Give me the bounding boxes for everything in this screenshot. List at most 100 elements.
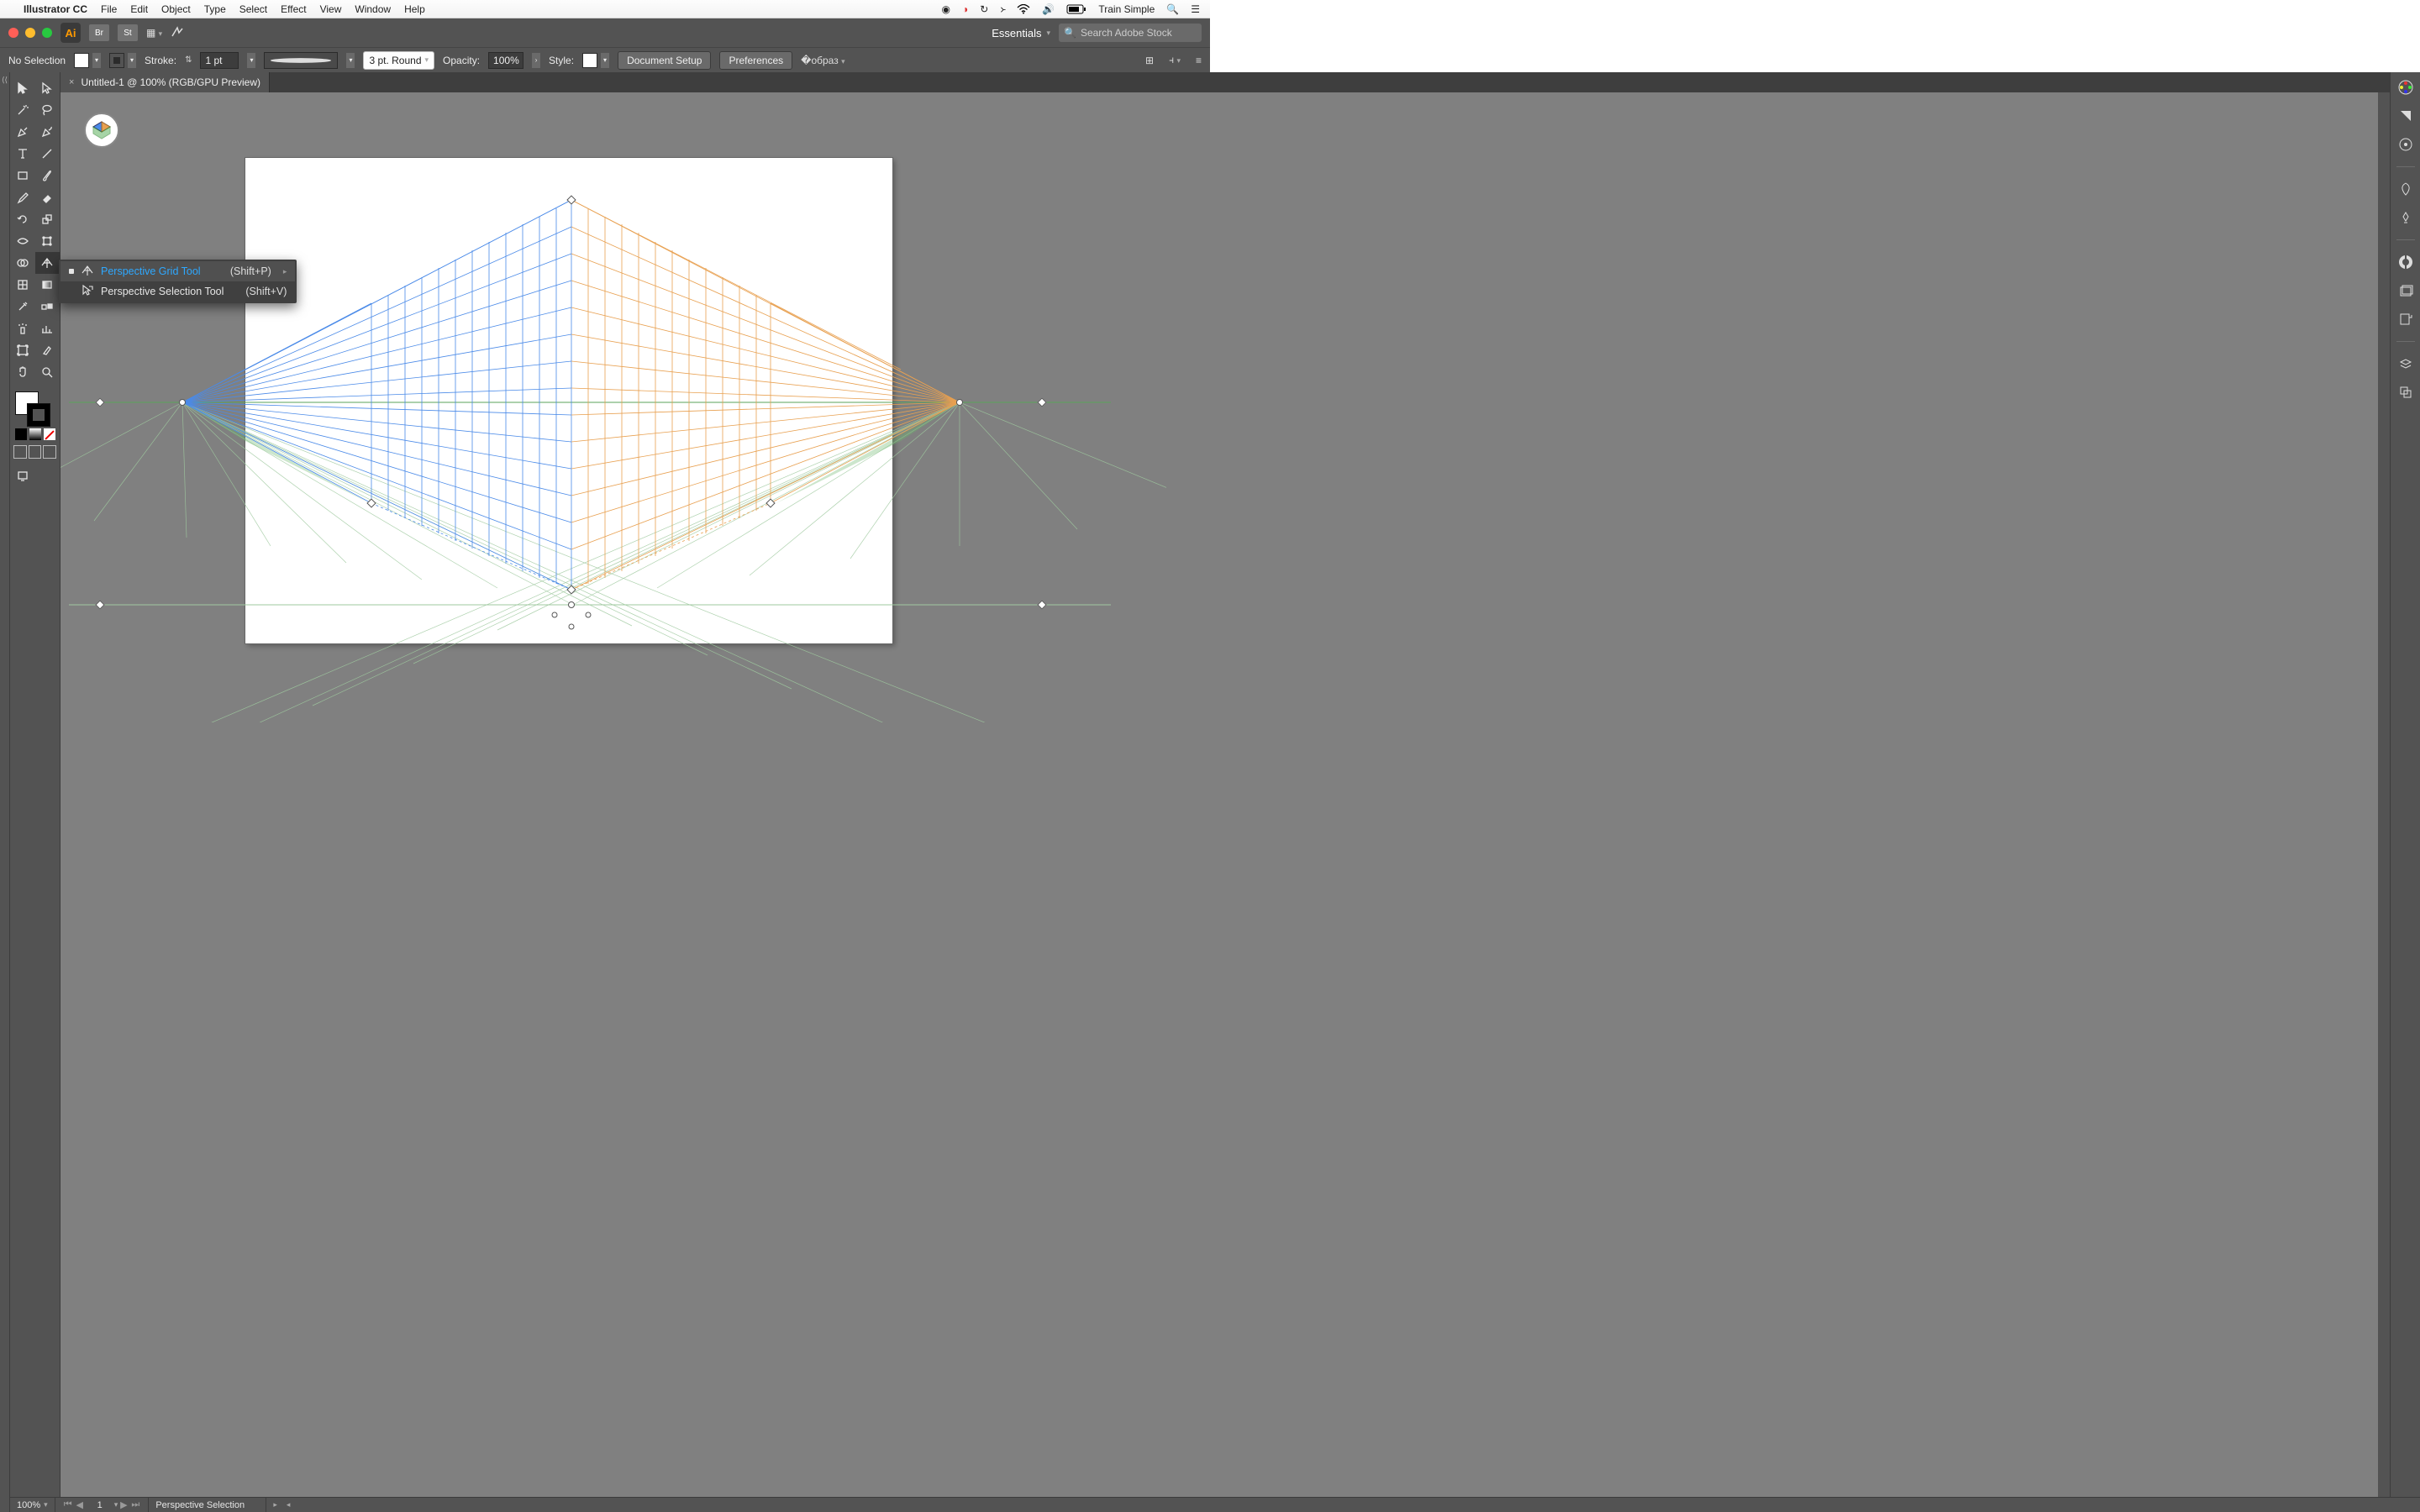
graphic-style-swatch[interactable]: ▾ bbox=[582, 53, 609, 68]
spotlight-icon[interactable]: 🔍 bbox=[1166, 3, 1179, 15]
timemachine-icon[interactable]: ↻ bbox=[980, 3, 988, 15]
perspective-grid-tool[interactable] bbox=[35, 252, 60, 274]
viewport[interactable] bbox=[60, 92, 2378, 1497]
artboard-number[interactable]: 1 bbox=[86, 1500, 114, 1510]
arrange-documents-icon[interactable]: ▦ ▾ bbox=[146, 27, 162, 39]
workspace-switcher[interactable]: Essentials ▾ bbox=[992, 27, 1050, 39]
stroke-panel-icon[interactable] bbox=[2396, 207, 2416, 228]
stock-search-input[interactable]: 🔍 Search Adobe Stock bbox=[1059, 24, 1202, 42]
bluetooth-icon[interactable]: ᚛ bbox=[1000, 3, 1005, 15]
prev-artboard-button[interactable]: ◀ bbox=[74, 1499, 86, 1510]
user-name[interactable]: Train Simple bbox=[1098, 3, 1155, 15]
color-panel-icon[interactable] bbox=[2396, 77, 2416, 97]
volume-icon[interactable]: 🔊 bbox=[1042, 3, 1055, 15]
fill-stroke-indicator[interactable] bbox=[10, 390, 60, 427]
draw-behind-button[interactable] bbox=[29, 445, 42, 459]
scale-tool[interactable] bbox=[35, 208, 60, 230]
status-dot-icon[interactable]: ◉ bbox=[942, 3, 950, 15]
symbols-panel-icon[interactable] bbox=[2396, 179, 2416, 199]
left-vanishing-point-handle[interactable] bbox=[179, 399, 186, 406]
menu-edit[interactable]: Edit bbox=[130, 3, 148, 15]
opacity-field[interactable]: 100% bbox=[488, 52, 523, 69]
transform-panel-icon[interactable]: ⊞ bbox=[1145, 55, 1154, 66]
menu-extras-icon[interactable]: ☰ bbox=[1191, 3, 1200, 15]
opacity-dropdown[interactable]: › bbox=[532, 53, 540, 68]
bridge-button[interactable]: Br bbox=[89, 24, 109, 41]
screen-mode-button[interactable] bbox=[10, 465, 35, 487]
menu-object[interactable]: Object bbox=[161, 3, 191, 15]
color-gradient-button[interactable] bbox=[29, 428, 41, 440]
stroke-swatch-group[interactable]: ▾ bbox=[109, 53, 136, 68]
color-solid-button[interactable] bbox=[15, 428, 27, 440]
menu-select[interactable]: Select bbox=[239, 3, 267, 15]
left-mini-rail[interactable]: ⟨⟨ bbox=[0, 72, 10, 1497]
color-none-button[interactable] bbox=[44, 428, 55, 440]
document-tab[interactable]: × Untitled-1 @ 100% (RGB/GPU Preview) bbox=[60, 72, 270, 92]
menu-view[interactable]: View bbox=[320, 3, 342, 15]
menu-file[interactable]: File bbox=[101, 3, 117, 15]
document-setup-button[interactable]: Document Setup bbox=[618, 51, 711, 70]
next-artboard-button[interactable]: ▶ bbox=[118, 1499, 129, 1510]
layers-panel-icon[interactable] bbox=[2396, 354, 2416, 374]
origin-handle[interactable] bbox=[568, 601, 575, 608]
column-graph-tool[interactable] bbox=[35, 318, 60, 339]
symbol-sprayer-tool[interactable] bbox=[10, 318, 35, 339]
align-panel-icon[interactable]: ⫞ ▾ bbox=[1169, 54, 1181, 66]
selection-tool[interactable] bbox=[10, 77, 35, 99]
paintbrush-tool[interactable] bbox=[35, 165, 60, 186]
free-transform-tool[interactable] bbox=[35, 230, 60, 252]
zoom-level[interactable]: 100%▾ bbox=[10, 1498, 55, 1512]
close-tab-icon[interactable]: × bbox=[69, 77, 74, 87]
pen-tool[interactable] bbox=[10, 121, 35, 143]
profile-dropdown[interactable]: ▾ bbox=[346, 53, 355, 68]
window-minimize-button[interactable] bbox=[25, 28, 35, 38]
window-zoom-button[interactable] bbox=[42, 28, 52, 38]
draw-normal-button[interactable] bbox=[13, 445, 27, 459]
lasso-tool[interactable] bbox=[35, 99, 60, 121]
slice-tool[interactable] bbox=[35, 339, 60, 361]
cell-size-left-handle[interactable] bbox=[552, 612, 558, 618]
cc-libraries-icon[interactable] bbox=[2396, 252, 2416, 272]
menu-type[interactable]: Type bbox=[204, 3, 226, 15]
status-info[interactable]: Perspective Selection bbox=[149, 1498, 266, 1512]
menu-help[interactable]: Help bbox=[404, 3, 425, 15]
brush-definition-dropdown[interactable]: 3 pt. Round▾ bbox=[363, 51, 434, 70]
swatches-panel-icon[interactable] bbox=[2396, 106, 2416, 126]
menu-window[interactable]: Window bbox=[355, 3, 391, 15]
first-artboard-button[interactable]: ⏮ bbox=[62, 1499, 74, 1510]
stroke-weight-dropdown[interactable]: ▾ bbox=[247, 53, 255, 68]
zoom-tool[interactable] bbox=[35, 361, 60, 383]
variable-width-profile[interactable] bbox=[264, 52, 338, 69]
artboard-tool[interactable] bbox=[10, 339, 35, 361]
grid-move-handle[interactable] bbox=[569, 624, 575, 630]
status-menu[interactable]: ▸ ◂ bbox=[266, 1498, 297, 1512]
magic-wand-tool[interactable] bbox=[10, 99, 35, 121]
align-to-icon[interactable]: �образ ▾ bbox=[801, 55, 844, 66]
flyout-item-perspective-grid[interactable]: Perspective Grid Tool (Shift+P) ▸ bbox=[60, 261, 295, 281]
right-vanishing-point-handle[interactable] bbox=[956, 399, 963, 406]
control-menu-icon[interactable]: ≡ bbox=[1196, 55, 1202, 66]
cell-size-right-handle[interactable] bbox=[586, 612, 592, 618]
stock-button[interactable]: St bbox=[118, 24, 138, 41]
stroke-swatch-indicator[interactable] bbox=[27, 403, 50, 427]
last-artboard-button[interactable]: ⏭ bbox=[129, 1499, 141, 1510]
rotate-tool[interactable] bbox=[10, 208, 35, 230]
gradient-tool[interactable] bbox=[35, 274, 60, 296]
shape-builder-tool[interactable] bbox=[10, 252, 35, 274]
stroke-stepper-icon[interactable]: ⇅ bbox=[185, 55, 192, 65]
brushes-panel-icon[interactable] bbox=[2396, 134, 2416, 155]
vertical-scrollbar[interactable] bbox=[2378, 92, 2390, 1497]
window-close-button[interactable] bbox=[8, 28, 18, 38]
eyedropper-tool[interactable] bbox=[10, 296, 35, 318]
gpu-icon[interactable] bbox=[171, 26, 184, 40]
shaper-tool[interactable] bbox=[10, 186, 35, 208]
artboards-panel-icon[interactable] bbox=[2396, 382, 2416, 402]
type-tool[interactable] bbox=[10, 143, 35, 165]
flyout-item-perspective-selection[interactable]: Perspective Selection Tool (Shift+V) bbox=[60, 281, 295, 302]
curvature-tool[interactable] bbox=[35, 121, 60, 143]
rectangle-tool[interactable] bbox=[10, 165, 35, 186]
libraries-panel-icon[interactable] bbox=[2396, 281, 2416, 301]
width-tool[interactable] bbox=[10, 230, 35, 252]
export-panel-icon[interactable] bbox=[2396, 309, 2416, 329]
blend-tool[interactable] bbox=[35, 296, 60, 318]
